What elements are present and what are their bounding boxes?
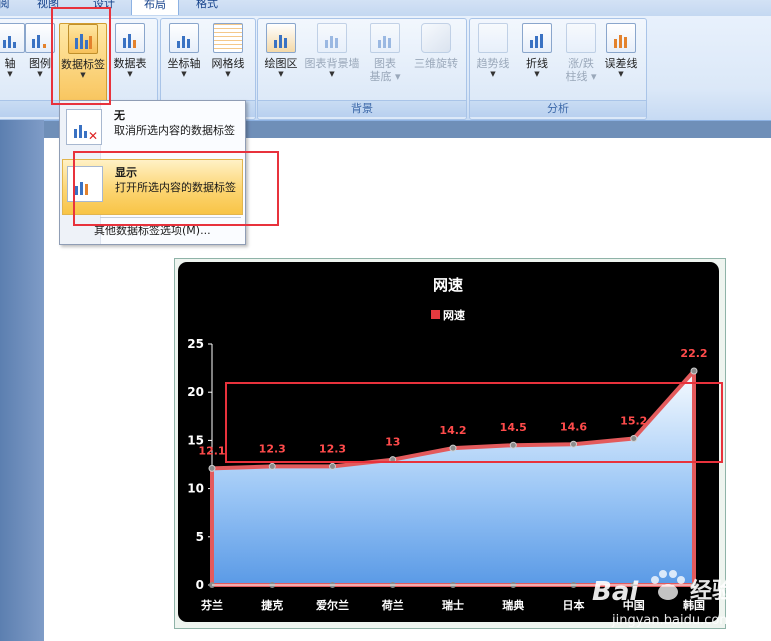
chart-floor-button[interactable]: 图表 基底 ▾ (364, 23, 406, 83)
data-point (570, 440, 577, 448)
watermark-brand-cn: 经验 (690, 578, 734, 604)
menu-item-more-options[interactable]: 其他数据标签选项(M)... (94, 222, 211, 238)
tab-layout[interactable]: 布局 (131, 0, 179, 15)
tab-review[interactable]: 阅 (0, 0, 14, 14)
data-point (509, 441, 517, 449)
data-point (268, 462, 276, 470)
axes-button[interactable]: 坐标轴 ▼ (163, 23, 205, 79)
y-tick-label: 0 (196, 578, 204, 592)
document-margin (0, 120, 44, 641)
chart-wall-button[interactable]: 图表背景墙 ▼ (302, 23, 362, 79)
chart-floor-icon (370, 23, 400, 53)
lines-button[interactable]: 折线 ▼ (516, 23, 558, 79)
menu-item-show[interactable]: 显示 打开所选内容的数据标签 (62, 159, 243, 215)
x-tick-label: 瑞士 (442, 598, 464, 612)
watermark-brand: Bai (592, 577, 639, 607)
legend-icon (25, 23, 55, 53)
3d-rotation-icon (421, 23, 451, 53)
error-bars-icon (606, 23, 636, 53)
data-label: 12.3 (259, 442, 286, 455)
x-tick-label: 捷克 (261, 598, 283, 612)
data-label: 22.2 (680, 347, 707, 360)
data-point (389, 456, 397, 464)
trendline-button[interactable]: 趋势线 ▼ (472, 23, 514, 79)
trendline-icon (478, 23, 508, 53)
data-point (630, 434, 638, 442)
baidu-watermark: Bai 经验 jingyan.baidu.com (590, 562, 760, 632)
ribbon-tab-bar: 阅 视图 设计 布局 格式 (0, 0, 771, 16)
data-label: 14.2 (439, 424, 466, 437)
data-label: 12.3 (319, 442, 346, 455)
no-labels-icon: ✕ (66, 109, 102, 145)
analysis-group-label: 分析 (470, 100, 646, 117)
lines-icon (522, 23, 552, 53)
gridlines-icon (213, 23, 243, 53)
error-bars-button[interactable]: 误差线 ▼ (600, 23, 642, 79)
series-area (212, 370, 694, 585)
data-point (208, 464, 216, 472)
y-tick-label: 10 (187, 482, 204, 496)
y-tick-label: 5 (196, 530, 204, 544)
data-point (449, 444, 457, 452)
watermark-url: jingyan.baidu.com (611, 613, 732, 628)
x-tick-label: 荷兰 (381, 598, 404, 612)
show-labels-icon (67, 166, 103, 202)
data-label: 15.2 (620, 414, 647, 427)
data-table-icon (115, 23, 145, 53)
y-tick-label: 20 (187, 385, 204, 399)
gridlines-button[interactable]: 网格线 ▼ (207, 23, 249, 79)
plot-area-button[interactable]: 绘图区 ▼ (260, 23, 302, 79)
background-group-label: 背景 (258, 100, 466, 117)
data-labels-icon (68, 24, 98, 54)
data-point (329, 462, 336, 470)
plot-area-icon (266, 23, 296, 53)
background-group: 绘图区 ▼ 图表背景墙 ▼ 图表 基底 ▾ 三维旋转 背景 (257, 18, 467, 120)
legend-label: 网速 (443, 308, 465, 322)
legend-swatch (431, 310, 440, 319)
chart-wall-icon (317, 23, 347, 53)
x-tick-label: 爱尔兰 (316, 598, 349, 612)
updown-bars-button[interactable]: 涨/跌 柱线 ▾ (560, 23, 602, 83)
data-label: 13 (385, 436, 400, 449)
legend-button[interactable]: 图例 ▼ (19, 23, 61, 79)
x-tick-label: 日本 (563, 598, 585, 612)
tab-design[interactable]: 设计 (84, 0, 124, 14)
x-tick-label: 瑞典 (502, 598, 524, 612)
y-tick-label: 25 (187, 337, 204, 351)
tab-format[interactable]: 格式 (184, 0, 230, 14)
tab-view[interactable]: 视图 (28, 0, 68, 14)
data-table-button[interactable]: 数据表 ▼ (109, 23, 151, 79)
data-labels-menu: ✕ 无 取消所选内容的数据标签 显示 打开所选内容的数据标签 其他数据标签选项(… (59, 100, 246, 245)
data-label: 12.1 (198, 444, 225, 457)
analysis-group: 趋势线 ▼ 折线 ▼ 涨/跌 柱线 ▾ 误差线 ▼ 分析 (469, 18, 647, 120)
updown-bars-icon (566, 23, 596, 53)
menu-item-none[interactable]: ✕ 无 取消所选内容的数据标签 (62, 103, 243, 157)
data-labels-button[interactable]: 数据标签 ▼ (59, 23, 107, 105)
axes-icon (169, 23, 199, 53)
3d-rotation-button[interactable]: 三维旋转 (410, 23, 462, 70)
data-point (690, 367, 698, 375)
x-tick-label: 芬兰 (200, 598, 223, 612)
data-label: 14.5 (500, 421, 527, 434)
chart-title: 网速 (433, 276, 463, 294)
data-label: 14.6 (560, 420, 587, 433)
